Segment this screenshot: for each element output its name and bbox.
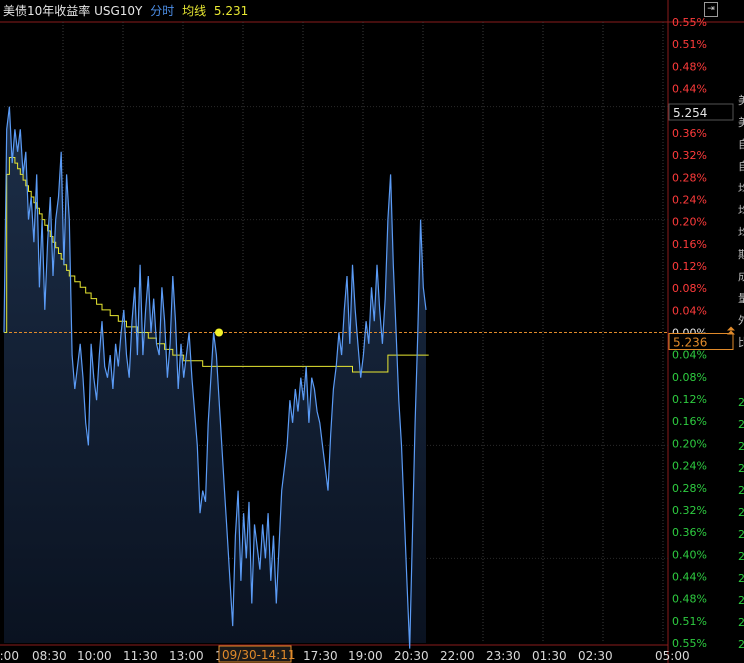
side-panel-value: 2 bbox=[738, 550, 744, 563]
pct-tick-label: 0.12% bbox=[672, 260, 707, 273]
side-panel-value: 2 bbox=[738, 484, 744, 497]
time-tick-label: 02:30 bbox=[578, 649, 613, 663]
side-panel-value: 2 bbox=[738, 594, 744, 607]
pct-tick-label: 0.44% bbox=[672, 570, 707, 583]
side-panel-char: 美 bbox=[738, 116, 744, 129]
side-panel-value: 2 bbox=[738, 396, 744, 409]
pct-tick-label: 0.24% bbox=[672, 193, 707, 206]
price-arrow-icon bbox=[727, 330, 735, 335]
intraday-chart: 0.55% 0.51% 0.48% 0.44% 0.40% 0.36% 0.32% 0.28%… bbox=[0, 0, 744, 663]
time-tick-label: 05:00 bbox=[655, 649, 690, 663]
side-panel-value: 2 bbox=[738, 638, 744, 651]
pct-tick-label: 0.48% bbox=[672, 60, 707, 73]
side-panel-value: 2 bbox=[738, 528, 744, 541]
top-price-label: 5.254 bbox=[673, 106, 707, 120]
side-panel-value: 2 bbox=[738, 572, 744, 585]
crosshair-marker bbox=[215, 328, 223, 337]
time-tick-label: 13:00 bbox=[169, 649, 204, 663]
crosshair-time-label: 09/30-14:11 bbox=[222, 648, 296, 662]
pct-tick-label: 0.08% bbox=[672, 371, 707, 384]
pct-tick-label: 0.32% bbox=[672, 149, 707, 162]
side-panel-char: 均 bbox=[738, 226, 744, 239]
current-price-label: 5.236 bbox=[673, 336, 707, 350]
time-tick-label: 01:30 bbox=[532, 649, 567, 663]
pct-tick-label: 0.20% bbox=[672, 216, 707, 229]
pct-tick-label: 0.12% bbox=[672, 393, 707, 406]
pct-tick-label: 0.04% bbox=[672, 349, 707, 362]
side-panel-value: 2 bbox=[738, 506, 744, 519]
side-panel-char: 量 bbox=[738, 292, 744, 305]
pct-tick-label: 0.08% bbox=[672, 282, 707, 295]
side-panel-value: 2 bbox=[738, 462, 744, 475]
pct-tick-label: 0.16% bbox=[672, 238, 707, 251]
pct-tick-label: 0.44% bbox=[672, 83, 707, 96]
pct-tick-label: 0.24% bbox=[672, 460, 707, 473]
price-arrow-icon bbox=[727, 326, 735, 331]
side-panel-char: 外 bbox=[738, 314, 744, 327]
time-tick-label: 22:00 bbox=[440, 649, 475, 663]
side-panel-char: 期 bbox=[738, 248, 744, 261]
side-panel-char: 自 bbox=[738, 138, 744, 151]
side-panel-char: 均 bbox=[738, 182, 744, 195]
time-tick-label: 19:00 bbox=[348, 649, 383, 663]
pct-tick-label: 0.55% bbox=[672, 16, 707, 29]
time-tick-label: 08:30 bbox=[32, 649, 67, 663]
pct-tick-label: 0.51% bbox=[672, 615, 707, 628]
pct-tick-label: 0.28% bbox=[672, 482, 707, 495]
pct-tick-label: 0.28% bbox=[672, 171, 707, 184]
pct-tick-label: 0.40% bbox=[672, 548, 707, 561]
side-panel-char: 美 bbox=[738, 94, 744, 107]
time-tick-label: 17:30 bbox=[303, 649, 338, 663]
side-panel-char: 比 bbox=[738, 336, 744, 349]
pct-tick-label: 0.36% bbox=[672, 127, 707, 140]
pct-tick-label: 0.51% bbox=[672, 38, 707, 51]
side-panel-char: 成 bbox=[738, 270, 744, 283]
time-tick-label: 1:00 bbox=[0, 649, 19, 663]
pct-tick-label: 0.32% bbox=[672, 504, 707, 517]
pct-tick-label: 0.20% bbox=[672, 437, 707, 450]
time-tick-label: 11:30 bbox=[123, 649, 158, 663]
side-panel-value: 2 bbox=[738, 440, 744, 453]
side-panel-char: 自 bbox=[738, 160, 744, 173]
pct-tick-label: 0.16% bbox=[672, 415, 707, 428]
side-panel-value: 2 bbox=[738, 418, 744, 431]
side-panel-char: 均 bbox=[738, 204, 744, 217]
pct-tick-label: 0.48% bbox=[672, 593, 707, 606]
pct-tick-label: 0.36% bbox=[672, 526, 707, 539]
side-panel-value: 2 bbox=[738, 616, 744, 629]
time-tick-label: 20:30 bbox=[394, 649, 429, 663]
time-tick-label: 10:00 bbox=[77, 649, 112, 663]
pct-tick-label: 0.04% bbox=[672, 304, 707, 317]
time-tick-label: 23:30 bbox=[486, 649, 521, 663]
